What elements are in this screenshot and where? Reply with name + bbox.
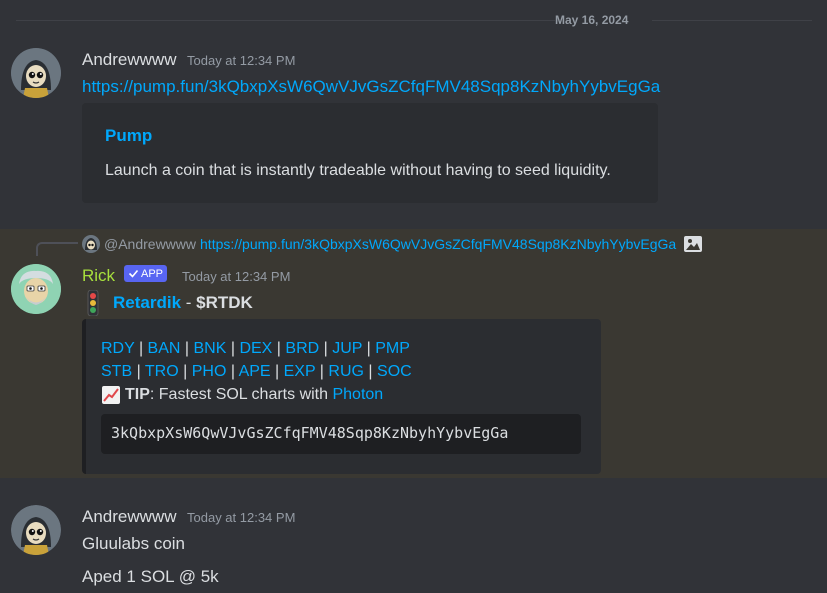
embed-description: Launch a coin that is instantly tradeabl… [105, 162, 611, 179]
token-symbol: $RTDK [196, 293, 253, 312]
link-brd[interactable]: BRD [285, 340, 319, 357]
link-separator: | [226, 363, 239, 380]
link-separator: | [226, 340, 240, 357]
link-separator: | [180, 340, 194, 357]
link-tro[interactable]: TRO [145, 363, 179, 380]
reply-username[interactable]: @Andrewwww [104, 236, 196, 252]
link-separator: | [132, 363, 145, 380]
link-ban[interactable]: BAN [148, 340, 181, 357]
date-divider-label: May 16, 2024 [555, 13, 629, 27]
tip-line: TIP : Fastest SOL charts with Photon [101, 385, 383, 405]
link-embed: Pump Launch a coin that is instantly tra… [82, 103, 658, 203]
link-rug[interactable]: RUG [328, 363, 364, 380]
hooded-character-icon [11, 505, 61, 555]
username[interactable]: Rick [82, 266, 115, 286]
link-separator: | [270, 363, 284, 380]
checkmark-icon [128, 269, 139, 278]
link-bnk[interactable]: BNK [194, 340, 227, 357]
username[interactable]: Andrewwww [82, 507, 176, 527]
reply-link[interactable]: https://pump.fun/3kQbxpXsW6QwVJvGsZCfqFM… [200, 236, 676, 252]
link-pho[interactable]: PHO [192, 363, 227, 380]
link-separator: | [272, 340, 286, 357]
app-badge-label: APP [141, 267, 164, 280]
mini-avatar-icon [82, 235, 100, 253]
divider-line-left [16, 20, 555, 21]
link-dex[interactable]: DEX [239, 340, 272, 357]
message-andrewwww-2: Andrewwww Today at 12:34 PM Gluulabs coi… [0, 497, 827, 593]
divider-line-right [652, 20, 812, 21]
tip-label: TIP [125, 386, 150, 403]
bot-embed: RDY | BAN | BNK | DEX | BRD | JUP | PMP … [82, 319, 601, 474]
username[interactable]: Andrewwww [82, 50, 176, 70]
timestamp: Today at 12:34 PM [187, 53, 296, 68]
embed-title[interactable]: Pump [105, 126, 152, 146]
message-link[interactable]: https://pump.fun/3kQbxpXsW6QwVJvGsZCfqFM… [82, 77, 660, 97]
links-row-2: STB | TRO | PHO | APE | EXP | RUG | SOC [101, 363, 412, 381]
link-separator: | [315, 363, 329, 380]
token-name-link[interactable]: Retardik [113, 293, 181, 313]
traffic-light-icon [87, 290, 99, 316]
token-separator: - [181, 293, 197, 312]
message-line-2: Aped 1 SOL @ 5k [82, 567, 219, 586]
link-separator: | [319, 340, 333, 357]
chart-increasing-icon [102, 386, 120, 404]
tip-text: : Fastest SOL charts with [149, 386, 333, 403]
message-andrewwww-1: Andrewwww Today at 12:34 PM https://pump… [0, 40, 827, 220]
image-icon [684, 236, 703, 252]
avatar[interactable] [11, 505, 61, 555]
reply-preview[interactable]: @Andrewwww https://pump.fun/3kQbxpXsW6Qw… [82, 234, 703, 254]
link-separator: | [134, 340, 148, 357]
link-rdy[interactable]: RDY [101, 340, 135, 357]
link-stb[interactable]: STB [101, 363, 132, 380]
token-line: Retardik - $RTDK [84, 290, 253, 316]
link-jup[interactable]: JUP [332, 340, 362, 357]
link-separator: | [362, 340, 376, 357]
date-divider: May 16, 2024 [0, 10, 827, 30]
link-pmp[interactable]: PMP [375, 340, 410, 357]
link-exp[interactable]: EXP [284, 363, 316, 380]
link-separator: | [363, 363, 378, 380]
photon-link[interactable]: Photon [332, 386, 383, 404]
contract-address: 3kQbxpXsW6QwVJvGsZCfqFMV48Sqp8KzNbyhYybv… [111, 424, 509, 442]
timestamp: Today at 12:34 PM [182, 269, 291, 284]
timestamp: Today at 12:34 PM [187, 510, 296, 525]
link-soc[interactable]: SOC [377, 363, 412, 380]
avatar[interactable] [11, 264, 61, 314]
rick-avatar-icon [11, 264, 61, 314]
contract-address-code[interactable]: 3kQbxpXsW6QwVJvGsZCfqFMV48Sqp8KzNbyhYybv… [101, 414, 581, 454]
message-rick: @Andrewwww https://pump.fun/3kQbxpXsW6Qw… [0, 229, 827, 478]
avatar[interactable] [11, 48, 61, 98]
hooded-character-icon [11, 48, 61, 98]
message-line-1: Gluulabs coin [82, 534, 186, 553]
links-row-1: RDY | BAN | BNK | DEX | BRD | JUP | PMP [101, 340, 410, 358]
link-ape[interactable]: APE [239, 363, 271, 380]
link-separator: | [178, 363, 192, 380]
app-badge: APP [124, 265, 168, 282]
